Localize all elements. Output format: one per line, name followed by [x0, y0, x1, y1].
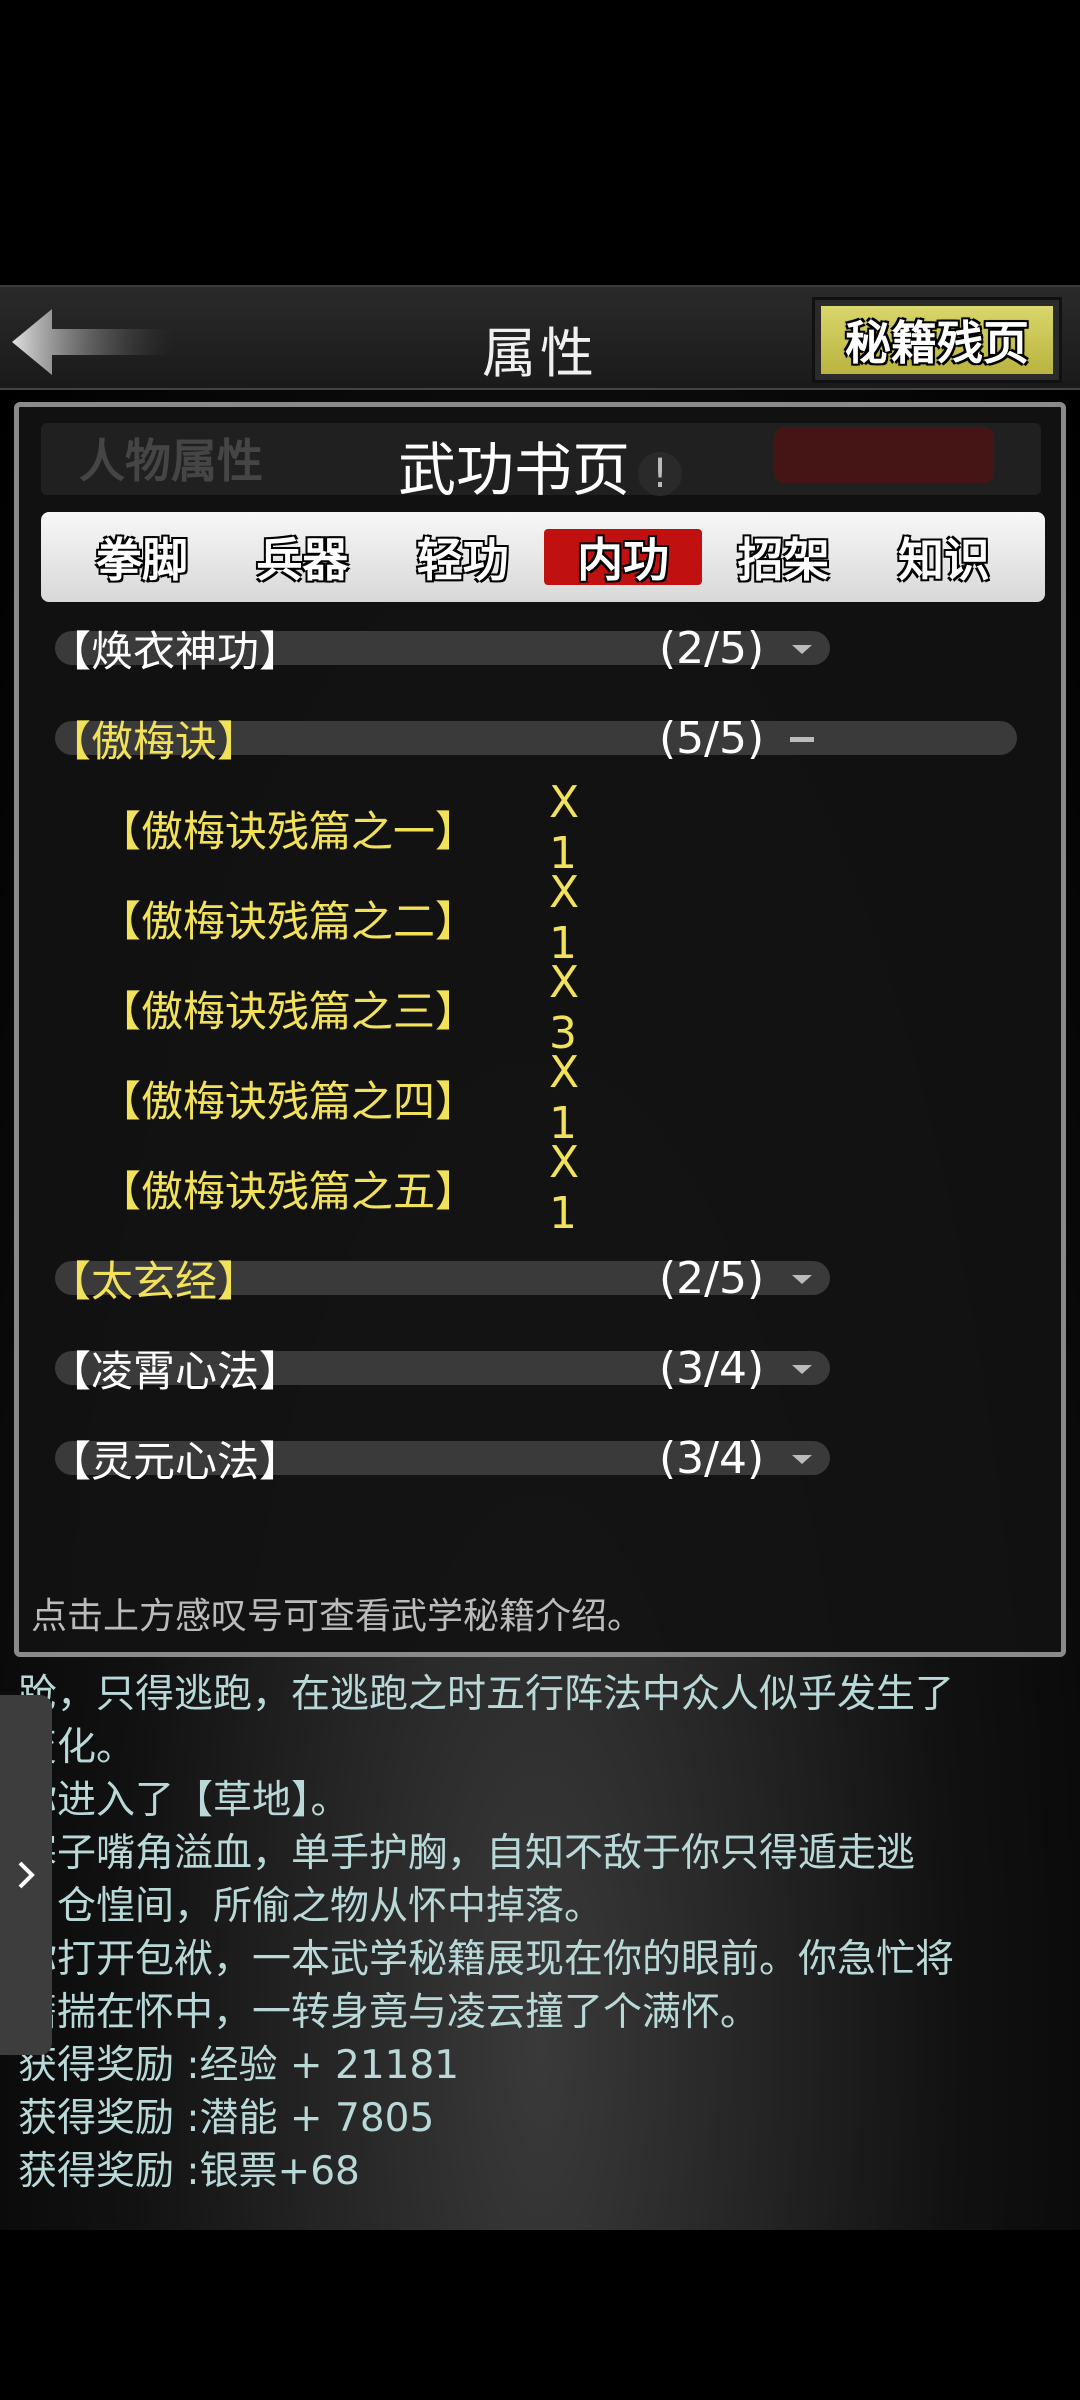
category-tabs: 拳脚 兵器 轻功 内功 招架 知识	[41, 512, 1045, 602]
panel-title-text: 武功书页	[397, 436, 630, 504]
fragment-row: 【傲梅诀残篇之四】 X 1	[99, 1047, 579, 1149]
fragment-row: 【傲梅诀残篇之三】 X 3	[99, 957, 579, 1059]
secret-fragments-button[interactable]: 秘籍残页	[812, 297, 1062, 383]
skill-progress: (3/4)	[659, 1432, 765, 1484]
skill-name: 【焕衣神功】	[49, 626, 302, 676]
fragment-qty: X 3	[549, 957, 580, 1059]
fragment-qty: X 1	[549, 1047, 580, 1149]
top-bar: 属性 秘籍残页	[0, 285, 1080, 390]
log-line: 变化。	[18, 1725, 136, 1770]
log-line: 获得奖励 :银票+68	[18, 2149, 360, 2194]
skill-progress: (3/4)	[659, 1342, 765, 1394]
skill-name: 【凌霄心法】	[49, 1346, 302, 1396]
fragment-row: 【傲梅诀残篇之一】 X 1	[99, 777, 579, 879]
tab-inner-power[interactable]: 内功	[544, 529, 703, 587]
skill-row[interactable]: 【凌霄心法】 (3/4)	[49, 1337, 839, 1399]
panel-title: 武功书页!	[19, 423, 1061, 507]
tab-weapon[interactable]: 兵器	[223, 529, 381, 587]
log-line: 寒子嘴角溢血，单手护胸，自知不敌于你只得遁走逃	[18, 1831, 916, 1876]
log-line: 获得奖励 :潜能 + 7805	[18, 2096, 435, 2141]
tab-lightness[interactable]: 轻功	[384, 529, 542, 587]
skill-row[interactable]: 【灵元心法】 (3/4)	[49, 1427, 839, 1489]
tab-parry[interactable]: 招架	[705, 529, 863, 587]
fragment-row: 【傲梅诀残篇之二】 X 1	[99, 867, 579, 969]
fragment-qty: X 1	[549, 1137, 580, 1239]
skill-progress: (2/5)	[659, 622, 765, 674]
fragment-qty: X 1	[549, 867, 580, 969]
skill-row[interactable]: 【太玄经】 (2/5)	[49, 1247, 839, 1309]
fragment-name: 【傲梅诀残篇之四】	[99, 1076, 478, 1126]
secret-fragments-label: 秘籍残页	[821, 306, 1053, 374]
skill-name: 【太玄经】	[49, 1256, 260, 1306]
skill-progress: (5/5)	[659, 712, 765, 764]
hint-text: 点击上方感叹号可查看武学秘籍介绍。	[31, 1596, 644, 1637]
tab-knowledge[interactable]: 知识	[865, 529, 1023, 587]
martial-pages-panel: 人物属性 武功书页! 拳脚 兵器 轻功 内功 招架 知识 【焕衣神功】 (2/5…	[14, 402, 1066, 1657]
skill-name: 【灵元心法】	[49, 1436, 302, 1486]
log-line: 跄，只得逃跑，在逃跑之时五行阵法中众人似乎发生了	[18, 1672, 955, 1717]
skill-row[interactable]: 【焕衣神功】 (2/5)	[49, 617, 839, 679]
log-line: 籍揣在怀中，一转身竟与凌云撞了个满怀。	[18, 1990, 760, 2035]
log-line: 你进入了【草地】。	[18, 1778, 350, 1823]
skill-name: 【傲梅诀】	[49, 716, 260, 766]
fragment-qty: X 1	[549, 777, 580, 879]
skill-row[interactable]: 【傲梅诀】 (5/5)	[49, 707, 1024, 769]
fragment-name: 【傲梅诀残篇之二】	[99, 896, 478, 946]
fragment-name: 【傲梅诀残篇之一】	[99, 806, 478, 856]
chevron-right-icon	[18, 1861, 35, 1889]
tab-fist[interactable]: 拳脚	[63, 529, 221, 587]
chevron-down-icon[interactable]	[787, 1449, 817, 1469]
chevron-down-icon[interactable]	[787, 1269, 817, 1289]
log-line: 获得奖励 :经验 + 21181	[18, 2043, 460, 2088]
info-exclamation-icon[interactable]: !	[638, 451, 682, 496]
side-drawer-handle[interactable]	[0, 1695, 52, 2055]
chevron-down-icon[interactable]	[787, 639, 817, 659]
fragment-row: 【傲梅诀残篇之五】 X 1	[99, 1137, 579, 1239]
event-log: 跄，只得逃跑，在逃跑之时五行阵法中众人似乎发生了 变化。 你进入了【草地】。 寒…	[18, 1668, 1068, 2198]
fragment-name: 【傲梅诀残篇之五】	[99, 1166, 478, 1216]
log-line: ，仓惶间，所偷之物从怀中掉落。	[18, 1884, 604, 1929]
log-line: 你打开包袱，一本武学秘籍展现在你的眼前。你急忙将	[18, 1937, 955, 1982]
fragment-name: 【傲梅诀残篇之三】	[99, 986, 478, 1036]
collapse-minus-icon[interactable]	[787, 729, 817, 749]
chevron-down-icon[interactable]	[787, 1359, 817, 1379]
skill-progress: (2/5)	[659, 1252, 765, 1304]
